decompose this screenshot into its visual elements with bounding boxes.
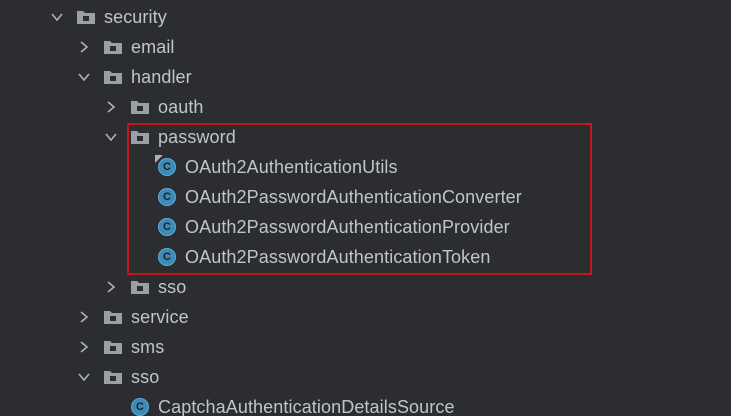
class-icon: C	[155, 155, 176, 176]
folder-package-icon	[130, 99, 150, 115]
folder-package-icon	[76, 9, 96, 25]
class-badge: C	[136, 401, 144, 413]
chevron-right-icon[interactable]	[104, 100, 118, 114]
folder-package-icon	[103, 339, 123, 355]
chevron-right-icon[interactable]	[77, 310, 91, 324]
chevron-right-icon[interactable]	[77, 40, 91, 54]
folder-package-icon	[130, 129, 150, 145]
tree-node-label: sms	[131, 336, 165, 357]
chevron-down-icon[interactable]	[104, 130, 118, 144]
chevron-down-icon[interactable]	[77, 70, 91, 84]
tree-node-label: CaptchaAuthenticationDetailsSource	[158, 396, 455, 416]
tree-node-label: OAuth2AuthenticationUtils	[185, 156, 398, 177]
folder-package-icon	[103, 369, 123, 385]
tree-node-label: OAuth2PasswordAuthenticationConverter	[185, 186, 522, 207]
class-icon: C	[158, 248, 176, 266]
tree-node-sms[interactable]: sms	[77, 332, 164, 362]
class-icon: C	[158, 188, 176, 206]
tree-node-security[interactable]: security	[50, 2, 167, 32]
tree-node-class[interactable]: C OAuth2PasswordAuthenticationConverter	[158, 182, 522, 212]
tree-node-sso-inner[interactable]: sso	[104, 272, 186, 302]
tree-node-label: oauth	[158, 96, 204, 117]
chevron-right-icon[interactable]	[104, 280, 118, 294]
tree-node-oauth[interactable]: oauth	[104, 92, 204, 122]
tree-node-class[interactable]: C OAuth2PasswordAuthenticationToken	[158, 242, 491, 272]
tree-node-label: security	[104, 6, 167, 27]
chevron-right-icon[interactable]	[77, 340, 91, 354]
class-badge: C	[163, 191, 171, 203]
tree-node-sso[interactable]: sso	[77, 362, 159, 392]
folder-package-icon	[103, 309, 123, 325]
chevron-down-icon[interactable]	[77, 370, 91, 384]
chevron-down-icon[interactable]	[50, 10, 64, 24]
tree-node-email[interactable]: email	[77, 32, 175, 62]
folder-package-icon	[103, 69, 123, 85]
folder-package-icon	[130, 279, 150, 295]
tree-node-label: OAuth2PasswordAuthenticationProvider	[185, 216, 510, 237]
tree-node-password[interactable]: password	[104, 122, 236, 152]
readonly-marker-icon	[155, 155, 163, 163]
project-tree: security email handler oauth password C …	[0, 0, 731, 416]
folder-package-icon	[103, 39, 123, 55]
tree-node-label: sso	[158, 276, 187, 297]
tree-node-label: handler	[131, 66, 192, 87]
tree-node-label: sso	[131, 366, 160, 387]
tree-node-handler[interactable]: handler	[77, 62, 192, 92]
tree-node-class[interactable]: C CaptchaAuthenticationDetailsSource	[131, 392, 455, 416]
class-badge: C	[163, 251, 171, 263]
tree-node-class[interactable]: C OAuth2AuthenticationUtils	[155, 152, 398, 182]
tree-node-label: email	[131, 36, 175, 57]
class-icon: C	[158, 218, 176, 236]
tree-node-label: password	[158, 126, 236, 147]
tree-node-label: service	[131, 306, 189, 327]
class-icon: C	[131, 398, 149, 416]
tree-node-label: OAuth2PasswordAuthenticationToken	[185, 246, 491, 267]
tree-node-service[interactable]: service	[77, 302, 189, 332]
class-badge: C	[163, 161, 171, 173]
tree-node-class[interactable]: C OAuth2PasswordAuthenticationProvider	[158, 212, 510, 242]
class-badge: C	[163, 221, 171, 233]
